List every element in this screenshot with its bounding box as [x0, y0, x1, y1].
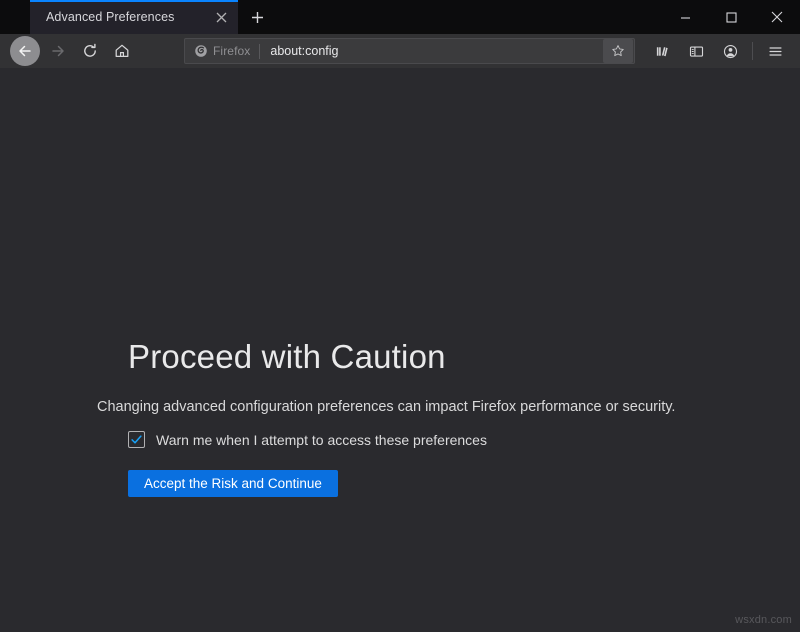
checkmark-icon	[130, 433, 143, 446]
home-button[interactable]	[108, 37, 136, 65]
back-button[interactable]	[10, 36, 40, 66]
firefox-logo-icon	[194, 44, 208, 58]
toolbar-separator	[752, 42, 753, 60]
warn-me-checkbox[interactable]	[128, 431, 145, 448]
library-button[interactable]	[648, 37, 676, 65]
library-icon	[655, 44, 670, 59]
warn-me-checkbox-row[interactable]: Warn me when I attempt to access these p…	[128, 431, 487, 448]
reload-icon	[82, 43, 98, 59]
plus-icon	[251, 11, 264, 24]
sidebar-button[interactable]	[682, 37, 710, 65]
identity-label: Firefox	[213, 44, 250, 58]
window-controls	[662, 0, 800, 34]
maximize-button[interactable]	[708, 0, 754, 34]
tab-bar: Advanced Preferences	[0, 0, 800, 34]
identity-box[interactable]: Firefox	[185, 39, 259, 63]
url-input[interactable]: about:config	[260, 44, 603, 58]
account-button[interactable]	[716, 37, 744, 65]
sidebar-icon	[689, 44, 704, 59]
warning-description: Changing advanced configuration preferen…	[97, 399, 675, 415]
maximize-icon	[726, 12, 737, 23]
reload-button[interactable]	[76, 37, 104, 65]
forward-button[interactable]	[44, 37, 72, 65]
minimize-button[interactable]	[662, 0, 708, 34]
close-icon	[771, 11, 783, 23]
hamburger-menu-icon	[768, 44, 783, 59]
arrow-right-icon	[50, 43, 66, 59]
close-window-button[interactable]	[754, 0, 800, 34]
bookmark-star-icon[interactable]	[603, 39, 633, 63]
page-content: Proceed with Caution Changing advanced c…	[0, 68, 800, 632]
accept-risk-button[interactable]: Accept the Risk and Continue	[128, 470, 338, 497]
page-title: Proceed with Caution	[128, 338, 446, 376]
app-menu-button[interactable]	[761, 37, 789, 65]
watermark: wsxdn.com	[735, 614, 792, 626]
minimize-icon	[680, 12, 691, 23]
account-avatar-icon	[723, 44, 738, 59]
tab-advanced-preferences[interactable]: Advanced Preferences	[30, 0, 238, 34]
navigation-toolbar: Firefox about:config	[0, 34, 800, 68]
home-icon	[114, 43, 130, 59]
warn-me-checkbox-label: Warn me when I attempt to access these p…	[156, 432, 487, 448]
url-bar[interactable]: Firefox about:config	[184, 38, 635, 64]
arrow-left-icon	[17, 43, 33, 59]
close-tab-icon[interactable]	[210, 6, 232, 28]
new-tab-button[interactable]	[242, 2, 272, 32]
tab-title: Advanced Preferences	[46, 10, 210, 24]
